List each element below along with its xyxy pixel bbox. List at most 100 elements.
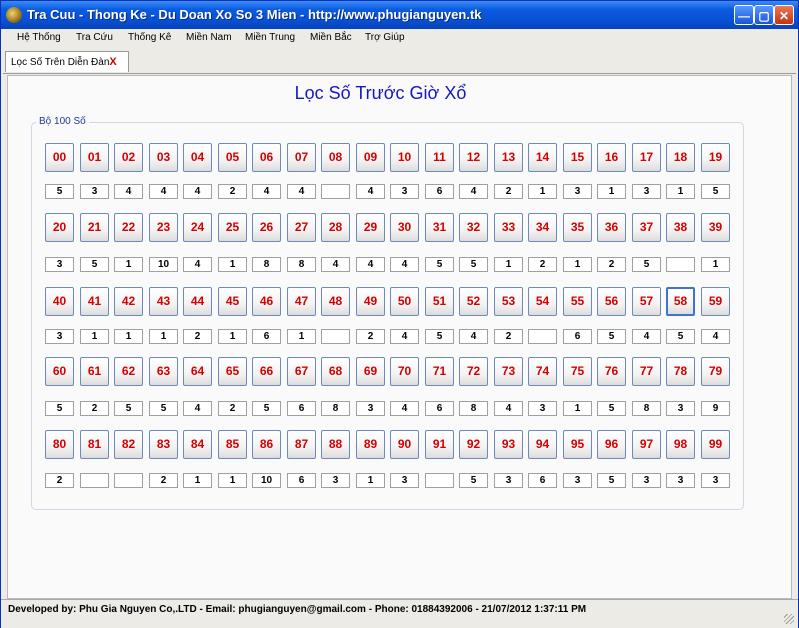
number-button-75[interactable]: 75 (563, 357, 592, 386)
number-button-98[interactable]: 98 (666, 430, 695, 459)
tab-loc-so[interactable]: Lọc Số Trên Diễn ĐànX (5, 51, 129, 72)
number-button-06[interactable]: 06 (252, 143, 281, 172)
number-button-89[interactable]: 89 (356, 430, 385, 459)
menu-mien-nam[interactable]: Miền Nam (186, 32, 232, 43)
number-button-76[interactable]: 76 (597, 357, 626, 386)
number-button-47[interactable]: 47 (287, 287, 316, 316)
number-button-04[interactable]: 04 (183, 143, 212, 172)
number-button-11[interactable]: 11 (425, 143, 454, 172)
number-button-20[interactable]: 20 (45, 213, 74, 242)
number-button-87[interactable]: 87 (287, 430, 316, 459)
number-button-27[interactable]: 27 (287, 213, 316, 242)
number-button-55[interactable]: 55 (563, 287, 592, 316)
number-button-64[interactable]: 64 (183, 357, 212, 386)
number-button-67[interactable]: 67 (287, 357, 316, 386)
app-icon[interactable] (6, 7, 22, 23)
number-button-63[interactable]: 63 (149, 357, 178, 386)
menu-tra-cuu[interactable]: Tra Cứu (76, 32, 113, 43)
number-button-07[interactable]: 07 (287, 143, 316, 172)
number-button-32[interactable]: 32 (459, 213, 488, 242)
number-button-51[interactable]: 51 (425, 287, 454, 316)
number-button-31[interactable]: 31 (425, 213, 454, 242)
number-button-29[interactable]: 29 (356, 213, 385, 242)
menu-tro-giup[interactable]: Trợ Giúp (365, 32, 405, 43)
number-button-34[interactable]: 34 (528, 213, 557, 242)
number-button-15[interactable]: 15 (563, 143, 592, 172)
number-button-52[interactable]: 52 (459, 287, 488, 316)
number-button-36[interactable]: 36 (597, 213, 626, 242)
number-button-37[interactable]: 37 (632, 213, 661, 242)
number-button-86[interactable]: 86 (252, 430, 281, 459)
menu-mien-trung[interactable]: Miền Trung (245, 32, 295, 43)
number-button-33[interactable]: 33 (494, 213, 523, 242)
number-button-96[interactable]: 96 (597, 430, 626, 459)
number-button-79[interactable]: 79 (701, 357, 730, 386)
number-button-60[interactable]: 60 (45, 357, 74, 386)
close-button[interactable]: ✕ (774, 5, 794, 25)
number-button-50[interactable]: 50 (390, 287, 419, 316)
number-button-45[interactable]: 45 (218, 287, 247, 316)
number-button-93[interactable]: 93 (494, 430, 523, 459)
number-button-42[interactable]: 42 (114, 287, 143, 316)
number-button-83[interactable]: 83 (149, 430, 178, 459)
number-button-72[interactable]: 72 (459, 357, 488, 386)
number-button-41[interactable]: 41 (80, 287, 109, 316)
number-button-48[interactable]: 48 (321, 287, 350, 316)
number-button-54[interactable]: 54 (528, 287, 557, 316)
number-button-62[interactable]: 62 (114, 357, 143, 386)
number-button-77[interactable]: 77 (632, 357, 661, 386)
number-button-46[interactable]: 46 (252, 287, 281, 316)
number-button-23[interactable]: 23 (149, 213, 178, 242)
number-button-73[interactable]: 73 (494, 357, 523, 386)
number-button-14[interactable]: 14 (528, 143, 557, 172)
number-button-16[interactable]: 16 (597, 143, 626, 172)
number-button-17[interactable]: 17 (632, 143, 661, 172)
number-button-24[interactable]: 24 (183, 213, 212, 242)
number-button-66[interactable]: 66 (252, 357, 281, 386)
number-button-99[interactable]: 99 (701, 430, 730, 459)
number-button-53[interactable]: 53 (494, 287, 523, 316)
number-button-90[interactable]: 90 (390, 430, 419, 459)
number-button-00[interactable]: 00 (45, 143, 74, 172)
number-button-85[interactable]: 85 (218, 430, 247, 459)
number-button-88[interactable]: 88 (321, 430, 350, 459)
number-button-40[interactable]: 40 (45, 287, 74, 316)
title-bar[interactable]: Tra Cuu - Thong Ke - Du Doan Xo So 3 Mie… (1, 1, 798, 29)
number-button-69[interactable]: 69 (356, 357, 385, 386)
number-button-02[interactable]: 02 (114, 143, 143, 172)
number-button-21[interactable]: 21 (80, 213, 109, 242)
menu-thong-ke[interactable]: Thống Kê (128, 32, 171, 43)
number-button-28[interactable]: 28 (321, 213, 350, 242)
number-button-44[interactable]: 44 (183, 287, 212, 316)
number-button-19[interactable]: 19 (701, 143, 730, 172)
number-button-80[interactable]: 80 (45, 430, 74, 459)
number-button-82[interactable]: 82 (114, 430, 143, 459)
number-button-57[interactable]: 57 (632, 287, 661, 316)
number-button-12[interactable]: 12 (459, 143, 488, 172)
number-button-78[interactable]: 78 (666, 357, 695, 386)
number-button-08[interactable]: 08 (321, 143, 350, 172)
number-button-35[interactable]: 35 (563, 213, 592, 242)
number-button-71[interactable]: 71 (425, 357, 454, 386)
number-button-03[interactable]: 03 (149, 143, 178, 172)
number-button-05[interactable]: 05 (218, 143, 247, 172)
number-button-43[interactable]: 43 (149, 287, 178, 316)
number-button-61[interactable]: 61 (80, 357, 109, 386)
number-button-22[interactable]: 22 (114, 213, 143, 242)
resize-grip-icon[interactable] (784, 614, 794, 624)
number-button-01[interactable]: 01 (80, 143, 109, 172)
minimize-button[interactable]: — (734, 5, 754, 25)
number-button-38[interactable]: 38 (666, 213, 695, 242)
number-button-94[interactable]: 94 (528, 430, 557, 459)
number-button-10[interactable]: 10 (390, 143, 419, 172)
menu-mien-bac[interactable]: Miền Bắc (310, 32, 352, 43)
number-button-30[interactable]: 30 (390, 213, 419, 242)
number-button-58[interactable]: 58 (666, 287, 695, 316)
number-button-65[interactable]: 65 (218, 357, 247, 386)
number-button-56[interactable]: 56 (597, 287, 626, 316)
number-button-09[interactable]: 09 (356, 143, 385, 172)
number-button-59[interactable]: 59 (701, 287, 730, 316)
menu-he-thong[interactable]: Hệ Thống (17, 32, 61, 43)
number-button-91[interactable]: 91 (425, 430, 454, 459)
number-button-26[interactable]: 26 (252, 213, 281, 242)
